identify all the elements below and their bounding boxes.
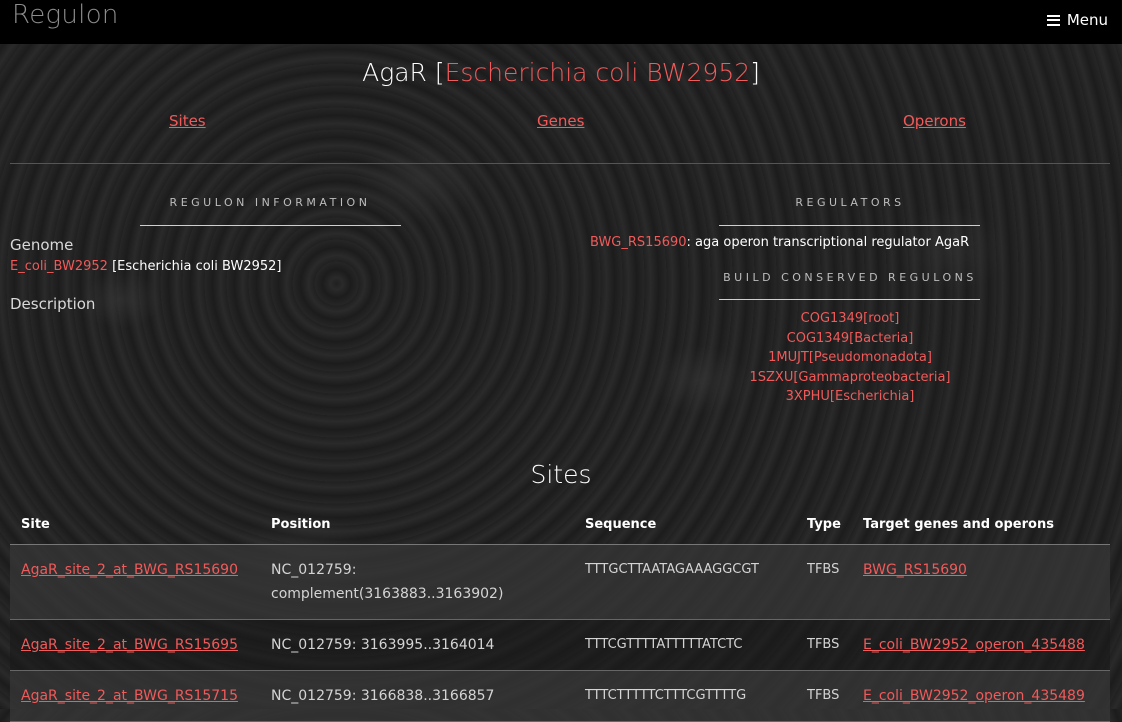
- column-header-position[interactable]: Position: [260, 504, 574, 545]
- genome-value: E_coli_BW2952 [Escherichia coli BW2952]: [10, 259, 282, 274]
- cog-link[interactable]: COG1349[Bacteria]: [700, 329, 1000, 349]
- menu-label: Menu: [1066, 11, 1108, 29]
- cog-link[interactable]: 1MUJT[Pseudomonadota]: [700, 348, 1000, 368]
- genome-link[interactable]: E_coli_BW2952: [10, 259, 108, 274]
- organism-link[interactable]: Escherichia coli BW2952: [445, 58, 751, 87]
- target-link[interactable]: BWG_RS15690: [863, 562, 967, 578]
- regulators-heading: REGULATORS: [795, 196, 905, 209]
- column-header-site[interactable]: Site: [10, 504, 260, 545]
- build-regulons-underline: [719, 299, 980, 300]
- site-link[interactable]: AgaR_site_2_at_BWG_RS15695: [21, 637, 238, 653]
- column-header-sequence[interactable]: Sequence: [574, 504, 796, 545]
- regulator-entry: BWG_RS15690: aga operon transcriptional …: [590, 235, 969, 250]
- description-label: Description: [10, 295, 96, 313]
- genome-label: Genome: [10, 236, 74, 254]
- position-cell: NC_012759: 3163995..3164014: [271, 637, 495, 653]
- cog-link[interactable]: 3XPHU[Escherichia]: [700, 387, 1000, 407]
- conserved-regulons-list: COG1349[root] COG1349[Bacteria] 1MUJT[Ps…: [700, 309, 1000, 407]
- table-row: AgaR_site_2_at_BWG_RS15695 NC_012759: 31…: [10, 619, 1110, 671]
- regulon-info-heading: REGULON INFORMATION: [169, 196, 371, 209]
- sites-title: Sites: [530, 460, 592, 489]
- site-logo[interactable]: Regulon: [12, 0, 119, 30]
- sequence-cell: TTTCTTTTTCTTTCGTTTTG: [585, 688, 747, 703]
- table-row: AgaR_site_2_at_BWG_RS15690 NC_012759: co…: [10, 544, 1110, 620]
- site-link[interactable]: AgaR_site_2_at_BWG_RS15690: [21, 562, 238, 578]
- genome-name: [Escherichia coli BW2952]: [112, 259, 282, 274]
- target-link[interactable]: E_coli_BW2952_operon_435489: [863, 688, 1085, 704]
- type-cell: TFBS: [807, 688, 840, 703]
- column-header-type[interactable]: Type: [796, 504, 852, 545]
- column-header-targets[interactable]: Target genes and operons: [852, 504, 1110, 545]
- sequence-cell: TTTCGTTTTATTTTTATCTC: [585, 637, 743, 652]
- hamburger-icon: [1046, 14, 1060, 26]
- cog-link[interactable]: 1SZXU[Gammaproteobacteria]: [700, 368, 1000, 388]
- position-cell: NC_012759: complement(3163883..3163902): [271, 562, 504, 602]
- regulator-name: AgaR: [362, 58, 427, 87]
- type-cell: TFBS: [807, 562, 840, 577]
- type-cell: TFBS: [807, 637, 840, 652]
- cog-link[interactable]: COG1349[root]: [700, 309, 1000, 329]
- page-title: AgaR [Escherichia coli BW2952]: [0, 58, 1122, 87]
- menu-button[interactable]: Menu: [1046, 11, 1108, 29]
- nav-sites-link[interactable]: Sites: [169, 112, 206, 130]
- open-bracket: [: [434, 58, 445, 87]
- site-link[interactable]: AgaR_site_2_at_BWG_RS15715: [21, 688, 238, 704]
- nav-genes-link[interactable]: Genes: [537, 112, 584, 130]
- top-bar: Regulon Menu: [0, 0, 1122, 44]
- table-row: AgaR_site_2_at_BWG_RS15715 NC_012759: 31…: [10, 670, 1110, 722]
- regulator-link[interactable]: BWG_RS15690: [590, 235, 687, 250]
- regulator-description: : aga operon transcriptional regulator A…: [686, 235, 970, 250]
- divider: [10, 163, 1110, 164]
- sites-table: Site Position Sequence Type Target genes…: [10, 504, 1110, 722]
- nav-operons-link[interactable]: Operons: [903, 112, 966, 130]
- sequence-cell: TTTGCTTAATAGAAAGGCGT: [585, 562, 759, 577]
- regulators-underline: [719, 225, 980, 226]
- position-cell: NC_012759: 3166838..3166857: [271, 688, 495, 704]
- build-regulons-heading: BUILD CONSERVED REGULONS: [723, 271, 977, 284]
- regulon-info-underline: [140, 225, 401, 226]
- table-header-row: Site Position Sequence Type Target genes…: [10, 504, 1110, 545]
- target-link[interactable]: E_coli_BW2952_operon_435488: [863, 637, 1085, 653]
- close-bracket: ]: [750, 58, 760, 87]
